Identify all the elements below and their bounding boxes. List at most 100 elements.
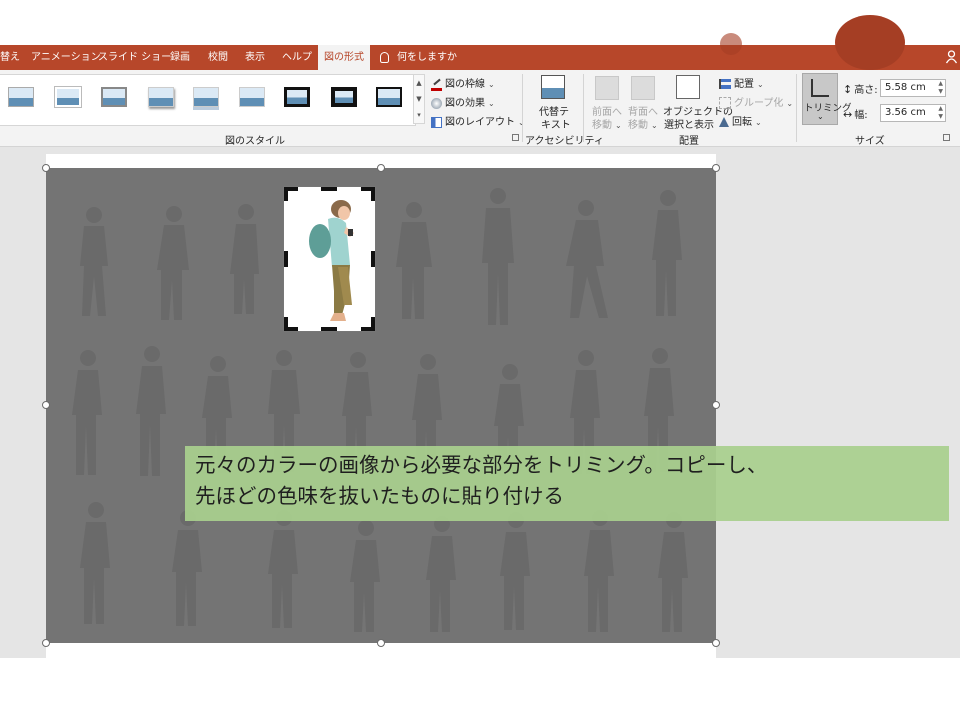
picture-styles-launcher-icon[interactable]	[512, 134, 519, 141]
width-label: ↔ 幅:	[843, 108, 868, 121]
pen-border-icon	[431, 77, 442, 91]
picture-style-drop-shadow[interactable]	[148, 87, 174, 107]
rotate-icon	[719, 117, 729, 127]
tab-slideshow[interactable]: スライド ショー	[98, 45, 171, 70]
height-input[interactable]: 5.58 cm ▲ ▼	[880, 79, 946, 97]
crop-edge-handle-bottom[interactable]	[321, 327, 337, 331]
tab-review[interactable]: 校閲	[208, 45, 228, 70]
silhouette	[136, 346, 166, 476]
rotate-button[interactable]: 回転 ⌄	[719, 113, 762, 128]
silhouette	[80, 502, 110, 624]
crop-corner-handle-bottom-right-v[interactable]	[371, 317, 375, 331]
crop-edge-handle-right[interactable]	[371, 251, 375, 267]
resize-handle-bottom-right[interactable]	[712, 639, 720, 647]
silhouette	[584, 510, 614, 632]
silhouette	[500, 512, 530, 630]
selection-pane-icon[interactable]	[676, 75, 700, 99]
bring-forward-line2[interactable]: 移動 ⌄	[592, 116, 622, 131]
silhouette	[157, 206, 189, 320]
silhouette	[230, 204, 259, 314]
silhouette	[350, 520, 380, 632]
group-divider	[522, 74, 523, 142]
silhouette	[80, 207, 108, 316]
share-person-icon[interactable]	[946, 50, 957, 64]
align-button[interactable]: 配置 ⌄	[719, 75, 764, 90]
crop-edge-handle-left[interactable]	[284, 251, 288, 267]
walking-person-illustration	[309, 200, 354, 321]
resize-handle-bottom[interactable]	[377, 639, 385, 647]
resize-handle-right[interactable]	[712, 401, 720, 409]
crop-button[interactable]: トリミング ⌄	[802, 73, 852, 125]
width-spinner-icon: ▲ ▼	[938, 105, 943, 120]
crop-corner-handle-top-left-v[interactable]	[284, 187, 288, 201]
resize-handle-bottom-left[interactable]	[42, 639, 50, 647]
picture-style-gray-frame[interactable]	[101, 87, 127, 107]
tell-me-search[interactable]: 何をしますか	[380, 45, 457, 70]
tell-me-label: 何をしますか	[397, 52, 457, 63]
ribbon-tab-bar: 替え アニメーション スライド ショー 録画 校閲 表示 ヘルプ 図の形式 何を…	[0, 15, 960, 70]
send-backward-icon[interactable]	[631, 76, 655, 100]
group-button[interactable]: グループ化 ⌄	[719, 94, 793, 109]
group-divider	[796, 74, 797, 142]
layout-icon	[431, 116, 442, 128]
tab-picture-format[interactable]: 図の形式	[318, 45, 370, 70]
crop-edge-handle-top[interactable]	[321, 187, 337, 191]
picture-style-thick-black-frame[interactable]	[331, 87, 357, 107]
accessibility-group-label: アクセシビリティ	[525, 136, 604, 147]
alt-text-icon[interactable]	[541, 75, 565, 99]
resize-handle-left[interactable]	[42, 401, 50, 409]
title-bar-decoration	[835, 15, 905, 70]
cropped-color-picture[interactable]	[283, 186, 376, 332]
tab-help[interactable]: ヘルプ	[282, 45, 312, 70]
send-backward-line2[interactable]: 移動 ⌄	[628, 116, 658, 131]
title-bar-decoration	[720, 33, 742, 55]
width-input[interactable]: 3.56 cm ▲ ▼	[880, 104, 946, 122]
caption-callout[interactable]: 元々のカラーの画像から必要な部分をトリミング。コピーし、 先ほどの色味を抜いたも…	[185, 446, 949, 521]
silhouette	[172, 510, 202, 626]
height-label: ↕ 高さ:	[843, 83, 878, 96]
gallery-down-arrow-icon[interactable]: ▼	[414, 91, 424, 107]
resize-handle-top-right[interactable]	[712, 164, 720, 172]
alt-text-line2[interactable]: キスト	[541, 116, 571, 131]
picture-effects-button[interactable]: 図の効果 ⌄	[431, 94, 495, 109]
crop-icon	[811, 79, 829, 97]
group-divider	[583, 74, 584, 142]
picture-style-simple-frame[interactable]	[8, 87, 34, 107]
picture-style-soft-edge[interactable]	[54, 86, 82, 108]
silhouette	[426, 516, 456, 632]
selection-pane-line2[interactable]: 選択と表示	[664, 116, 714, 131]
width-icon: ↔	[843, 108, 853, 121]
picture-style-reflected[interactable]	[193, 87, 219, 107]
picture-style-bevel-black[interactable]	[376, 87, 402, 107]
grayscale-people-image[interactable]	[46, 168, 716, 643]
gallery-scrollbar[interactable]: ▲ ▼ ▾	[413, 74, 425, 124]
effects-icon	[431, 97, 442, 109]
group-icon	[719, 97, 731, 109]
arrange-group-label: 配置	[679, 136, 699, 147]
ribbon: ▲ ▼ ▾ 図の枠線⌄ 図の効果⌄ 図のレイアウト⌄ 図のスタイル 代替テ キス…	[0, 70, 960, 147]
crop-corner-handle-top-right-v[interactable]	[371, 187, 375, 201]
picture-style-black-frame[interactable]	[284, 87, 310, 107]
silhouette	[566, 200, 608, 318]
tab-record[interactable]: 録画	[170, 45, 190, 70]
gallery-more-icon[interactable]: ▾	[414, 107, 424, 123]
gallery-up-arrow-icon[interactable]: ▲	[414, 75, 424, 91]
picture-border-button[interactable]: 図の枠線 ⌄	[431, 75, 495, 91]
tab-view[interactable]: 表示	[245, 45, 265, 70]
silhouette	[268, 510, 298, 628]
picture-styles-gallery	[0, 74, 416, 126]
silhouette	[482, 188, 514, 325]
resize-handle-top[interactable]	[377, 164, 385, 172]
bring-forward-icon[interactable]	[595, 76, 619, 100]
picture-style-center-shadow[interactable]	[239, 87, 265, 107]
height-spinner-icon: ▲ ▼	[938, 80, 943, 95]
picture-layout-button[interactable]: 図のレイアウト⌄	[431, 113, 525, 128]
crop-dropdown-icon: ⌄	[817, 112, 824, 121]
caption-text: 元々のカラーの画像から必要な部分をトリミング。コピーし、 先ほどの色味を抜いたも…	[195, 453, 768, 508]
resize-handle-top-left[interactable]	[42, 164, 50, 172]
tab-transitions[interactable]: 替え	[0, 45, 20, 70]
size-launcher-icon[interactable]	[943, 134, 950, 141]
silhouette	[72, 350, 102, 475]
tab-animations[interactable]: アニメーション	[31, 45, 101, 70]
crop-corner-handle-bottom-left-v[interactable]	[284, 317, 288, 331]
